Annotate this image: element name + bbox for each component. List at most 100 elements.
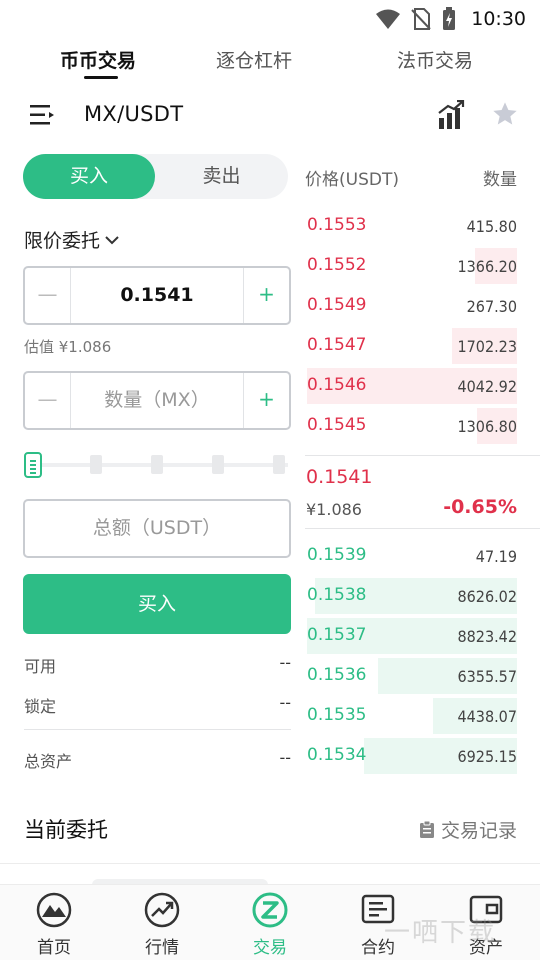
bid-price: 0.1539 xyxy=(307,545,367,565)
orders-divider xyxy=(0,863,540,864)
amount-increase-button[interactable]: + xyxy=(243,373,289,428)
current-orders-title: 当前委托 xyxy=(24,818,108,842)
bid-quantity: 8626.02 xyxy=(457,587,517,606)
last-price: 0.1541 xyxy=(306,466,373,488)
bid-row[interactable]: 0.1538 8626.02 xyxy=(305,576,517,616)
trade-record-label: 交易记录 xyxy=(440,820,517,842)
ask-quantity: 1306.80 xyxy=(457,417,517,436)
price-input[interactable]: 0.1541 xyxy=(71,268,243,323)
amount-slider[interactable] xyxy=(24,452,288,478)
order-type-dropdown[interactable]: 限价委托 xyxy=(24,226,120,253)
wifi-icon xyxy=(376,9,401,29)
price-column-header: 价格(USDT) xyxy=(305,170,399,190)
nav-trade[interactable]: 交易 xyxy=(220,891,320,958)
menu-icon[interactable] xyxy=(30,104,56,126)
bid-row[interactable]: 0.1536 6355.57 xyxy=(305,656,517,696)
quantity-column-header: 数量 xyxy=(483,170,517,190)
ask-price: 0.1545 xyxy=(307,415,367,435)
estimate-value: 估值 ¥1.086 xyxy=(24,338,112,356)
tab-spot[interactable]: 币币交易 xyxy=(60,46,136,73)
nav-home[interactable]: 首页 xyxy=(4,891,104,958)
bid-price: 0.1535 xyxy=(307,705,367,725)
favorite-star-icon[interactable] xyxy=(491,100,519,128)
status-bar: 10:30 xyxy=(0,0,540,38)
top-tabs: 币币交易 逐仓杠杆 法币交易 xyxy=(0,40,540,84)
battery-charging-icon xyxy=(443,7,456,30)
amount-input[interactable]: 数量（MX） xyxy=(71,373,243,428)
slider-tick-25[interactable] xyxy=(90,455,102,474)
price-change: -0.65% xyxy=(443,496,517,518)
ask-quantity: 1366.20 xyxy=(457,257,517,276)
ask-row[interactable]: 0.1545 1306.80 xyxy=(305,406,517,446)
total-input[interactable]: 总额（USDT） xyxy=(23,499,291,558)
order-book-divider-top xyxy=(305,455,540,456)
ask-row[interactable]: 0.1549 267.30 xyxy=(305,286,517,326)
available-row: 可用 -- xyxy=(24,653,291,677)
tab-fiat[interactable]: 法币交易 xyxy=(397,46,473,73)
ask-price: 0.1547 xyxy=(307,335,367,355)
price-decrease-button[interactable]: — xyxy=(25,268,71,323)
bid-quantity: 6355.57 xyxy=(457,667,517,686)
kline-chart-icon[interactable] xyxy=(437,100,465,130)
slider-track xyxy=(38,463,288,467)
total-assets-label: 总资产 xyxy=(24,752,73,771)
pair-header: MX/USDT xyxy=(0,96,540,136)
status-time: 10:30 xyxy=(471,8,526,30)
ask-price: 0.1553 xyxy=(307,215,367,235)
locked-row: 锁定 -- xyxy=(24,693,291,717)
trend-chart-icon xyxy=(144,892,180,928)
trade-z-icon xyxy=(252,892,288,928)
amount-stepper: — 数量（MX） + xyxy=(23,371,291,430)
slider-tick-75[interactable] xyxy=(212,455,224,474)
bid-quantity: 8823.42 xyxy=(457,627,517,646)
buy-sell-toggle: 买入 卖出 xyxy=(23,154,288,199)
tab-margin[interactable]: 逐仓杠杆 xyxy=(216,46,292,73)
bid-row[interactable]: 0.1539 47.19 xyxy=(305,536,517,576)
locked-value: -- xyxy=(279,693,291,712)
ask-price: 0.1549 xyxy=(307,295,367,315)
bid-row[interactable]: 0.1534 6925.15 xyxy=(305,736,517,776)
last-price-cny: ¥1.086 xyxy=(306,500,362,519)
order-book-divider-bottom xyxy=(305,528,540,529)
nav-home-label: 首页 xyxy=(37,938,71,958)
bid-quantity: 47.19 xyxy=(475,547,517,566)
no-sim-icon xyxy=(411,8,431,30)
available-label: 可用 xyxy=(24,657,57,676)
chevron-down-icon xyxy=(105,235,119,244)
nav-market-label: 行情 xyxy=(145,938,179,958)
ask-row[interactable]: 0.1552 1366.20 xyxy=(305,246,517,286)
slider-tick-100[interactable] xyxy=(273,455,285,474)
slider-tick-50[interactable] xyxy=(151,455,163,474)
ask-quantity: 267.30 xyxy=(466,297,517,316)
nav-market[interactable]: 行情 xyxy=(112,891,212,958)
ask-row[interactable]: 0.1546 4042.92 xyxy=(305,366,517,406)
ask-row[interactable]: 0.1553 415.80 xyxy=(305,206,517,246)
amount-decrease-button[interactable]: — xyxy=(25,373,71,428)
locked-label: 锁定 xyxy=(24,697,57,716)
available-value: -- xyxy=(279,653,291,672)
buy-tab[interactable]: 买入 xyxy=(23,154,155,199)
sell-tab[interactable]: 卖出 xyxy=(155,154,288,199)
buy-button[interactable]: 买入 xyxy=(23,574,291,634)
price-increase-button[interactable]: + xyxy=(243,268,289,323)
ask-quantity: 1702.23 xyxy=(457,337,517,356)
ask-quantity: 415.80 xyxy=(466,217,517,236)
ask-quantity: 4042.92 xyxy=(457,377,517,396)
ask-row[interactable]: 0.1547 1702.23 xyxy=(305,326,517,366)
trade-record-link[interactable]: 交易记录 xyxy=(419,816,517,843)
bid-price: 0.1536 xyxy=(307,665,367,685)
pair-name[interactable]: MX/USDT xyxy=(84,102,183,126)
total-assets-value: -- xyxy=(279,748,291,767)
clipboard-icon xyxy=(419,820,434,838)
bid-row[interactable]: 0.1535 4438.07 xyxy=(305,696,517,736)
total-assets-row: 总资产 -- xyxy=(24,748,291,772)
bid-price: 0.1537 xyxy=(307,625,367,645)
ask-price: 0.1546 xyxy=(307,375,367,395)
ask-price: 0.1552 xyxy=(307,255,367,275)
bid-price: 0.1538 xyxy=(307,585,367,605)
bid-quantity: 6925.15 xyxy=(457,747,517,766)
bid-row[interactable]: 0.1537 8823.42 xyxy=(305,616,517,656)
active-tab-indicator xyxy=(84,76,118,79)
home-mountain-icon xyxy=(36,892,72,928)
slider-handle[interactable] xyxy=(24,452,42,478)
